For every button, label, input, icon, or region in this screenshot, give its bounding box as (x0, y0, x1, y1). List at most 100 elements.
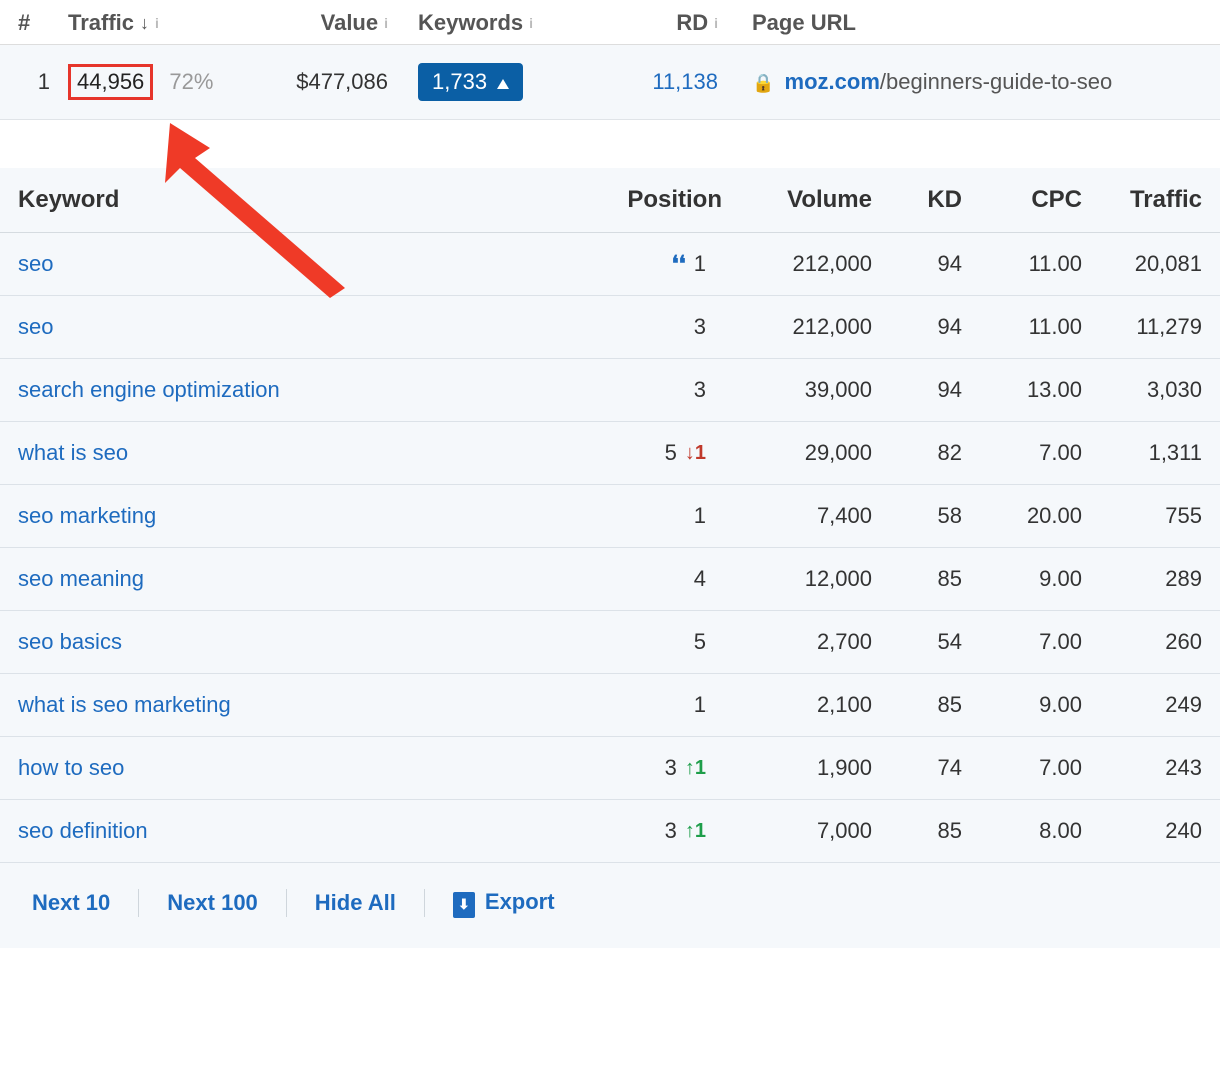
table-row: seo basics52,700547.00260 (0, 611, 1220, 674)
position-delta: ↑1 (685, 820, 706, 843)
info-icon[interactable]: i (529, 15, 533, 31)
info-icon[interactable]: i (155, 15, 159, 31)
hide-all-button[interactable]: Hide All (301, 884, 410, 922)
traffic-cell: 289 (1082, 566, 1202, 592)
table-row: seo meaning412,000859.00289 (0, 548, 1220, 611)
kd-cell: 94 (872, 314, 962, 340)
keyword-link[interactable]: what is seo (18, 440, 128, 465)
table-row: what is seo marketing12,100859.00249 (0, 674, 1220, 737)
traffic-cell: 11,279 (1082, 314, 1202, 340)
url-host[interactable]: moz.com (785, 69, 880, 94)
kd-cell: 74 (872, 755, 962, 781)
traffic-cell: 240 (1082, 818, 1202, 844)
position-value: 3 (694, 377, 706, 403)
traffic-cell: 44,956 72% (68, 64, 268, 100)
traffic-percent: 72% (169, 69, 213, 94)
position-cell: 5 (572, 629, 722, 655)
table-footer: Next 10 Next 100 Hide All ⬇Export (0, 863, 1220, 948)
traffic-value-highlighted: 44,956 (68, 64, 153, 100)
th-traffic[interactable]: Traffic (1082, 186, 1202, 214)
keyword-link[interactable]: seo (18, 314, 53, 339)
next-100-button[interactable]: Next 100 (153, 884, 272, 922)
volume-cell: 2,700 (722, 629, 872, 655)
position-value: 4 (694, 566, 706, 592)
rd-cell[interactable]: 11,138 (578, 69, 728, 95)
position-cell: 3↑1 (572, 818, 722, 844)
url-path[interactable]: /beginners-guide-to-seo (880, 69, 1112, 94)
position-cell: 4 (572, 566, 722, 592)
position-cell: 1 (572, 503, 722, 529)
position-cell: 3 (572, 314, 722, 340)
th-volume[interactable]: Volume (722, 186, 872, 214)
col-header-traffic[interactable]: Traffic ↓ i (68, 10, 268, 36)
cpc-cell: 13.00 (962, 377, 1082, 403)
row-index: 1 (18, 69, 68, 95)
volume-cell: 212,000 (722, 314, 872, 340)
position-value: 1 (694, 251, 706, 277)
position-value: 1 (694, 692, 706, 718)
table-row: seo marketing17,4005820.00755 (0, 485, 1220, 548)
download-icon: ⬇ (453, 892, 475, 918)
position-value: 3 (665, 755, 677, 781)
col-header-index[interactable]: # (18, 10, 68, 36)
keyword-link[interactable]: seo basics (18, 629, 122, 654)
keywords-table: Keyword Position Volume KD CPC Traffic s… (0, 168, 1220, 948)
cpc-cell: 8.00 (962, 818, 1082, 844)
next-10-button[interactable]: Next 10 (18, 884, 124, 922)
divider (138, 889, 139, 917)
th-cpc[interactable]: CPC (962, 186, 1082, 214)
volume-cell: 7,400 (722, 503, 872, 529)
cpc-cell: 20.00 (962, 503, 1082, 529)
page-url-cell[interactable]: 🔒 moz.com/beginners-guide-to-seo (728, 69, 1202, 95)
kd-cell: 58 (872, 503, 962, 529)
info-icon[interactable]: i (714, 15, 718, 31)
keyword-link[interactable]: search engine optimization (18, 377, 280, 402)
position-value: 5 (694, 629, 706, 655)
keyword-link[interactable]: seo definition (18, 818, 148, 843)
kd-cell: 54 (872, 629, 962, 655)
position-cell: 3 (572, 377, 722, 403)
caret-up-icon (497, 69, 509, 95)
kd-cell: 85 (872, 692, 962, 718)
sort-desc-icon: ↓ (140, 13, 149, 34)
table-row: how to seo3↑11,900747.00243 (0, 737, 1220, 800)
summary-row: 1 44,956 72% $477,086 1,733 11,138 🔒 moz… (0, 45, 1220, 120)
cpc-cell: 9.00 (962, 692, 1082, 718)
keywords-cell[interactable]: 1,733 (418, 63, 578, 101)
cpc-cell: 11.00 (962, 251, 1082, 277)
kd-cell: 94 (872, 251, 962, 277)
volume-cell: 212,000 (722, 251, 872, 277)
position-cell: 5↓1 (572, 440, 722, 466)
export-button[interactable]: ⬇Export (439, 883, 569, 924)
serp-feature-icon: ❛❛ (672, 251, 686, 277)
keyword-link[interactable]: seo (18, 251, 53, 276)
col-header-value[interactable]: Value i (268, 10, 418, 36)
volume-cell: 1,900 (722, 755, 872, 781)
volume-cell: 2,100 (722, 692, 872, 718)
th-keyword[interactable]: Keyword (18, 186, 572, 214)
traffic-cell: 20,081 (1082, 251, 1202, 277)
keywords-table-header: Keyword Position Volume KD CPC Traffic (0, 168, 1220, 233)
th-position[interactable]: Position (572, 186, 722, 214)
keyword-link[interactable]: what is seo marketing (18, 692, 231, 717)
position-cell: ❛❛ 1 (572, 251, 722, 277)
col-header-url[interactable]: Page URL (728, 10, 1202, 36)
keyword-link[interactable]: seo meaning (18, 566, 144, 591)
position-value: 5 (665, 440, 677, 466)
table-row: what is seo5↓129,000827.001,311 (0, 422, 1220, 485)
traffic-cell: 3,030 (1082, 377, 1202, 403)
keywords-badge[interactable]: 1,733 (418, 63, 523, 101)
col-header-keywords[interactable]: Keywords i (418, 10, 578, 36)
traffic-cell: 1,311 (1082, 440, 1202, 466)
keyword-link[interactable]: seo marketing (18, 503, 156, 528)
position-value: 1 (694, 503, 706, 529)
position-value: 3 (694, 314, 706, 340)
keyword-link[interactable]: how to seo (18, 755, 124, 780)
col-header-rd[interactable]: RD i (578, 10, 728, 36)
lock-icon: 🔒 (752, 73, 774, 93)
th-kd[interactable]: KD (872, 186, 962, 214)
kd-cell: 82 (872, 440, 962, 466)
cpc-cell: 11.00 (962, 314, 1082, 340)
table-row: search engine optimization339,0009413.00… (0, 359, 1220, 422)
info-icon[interactable]: i (384, 15, 388, 31)
